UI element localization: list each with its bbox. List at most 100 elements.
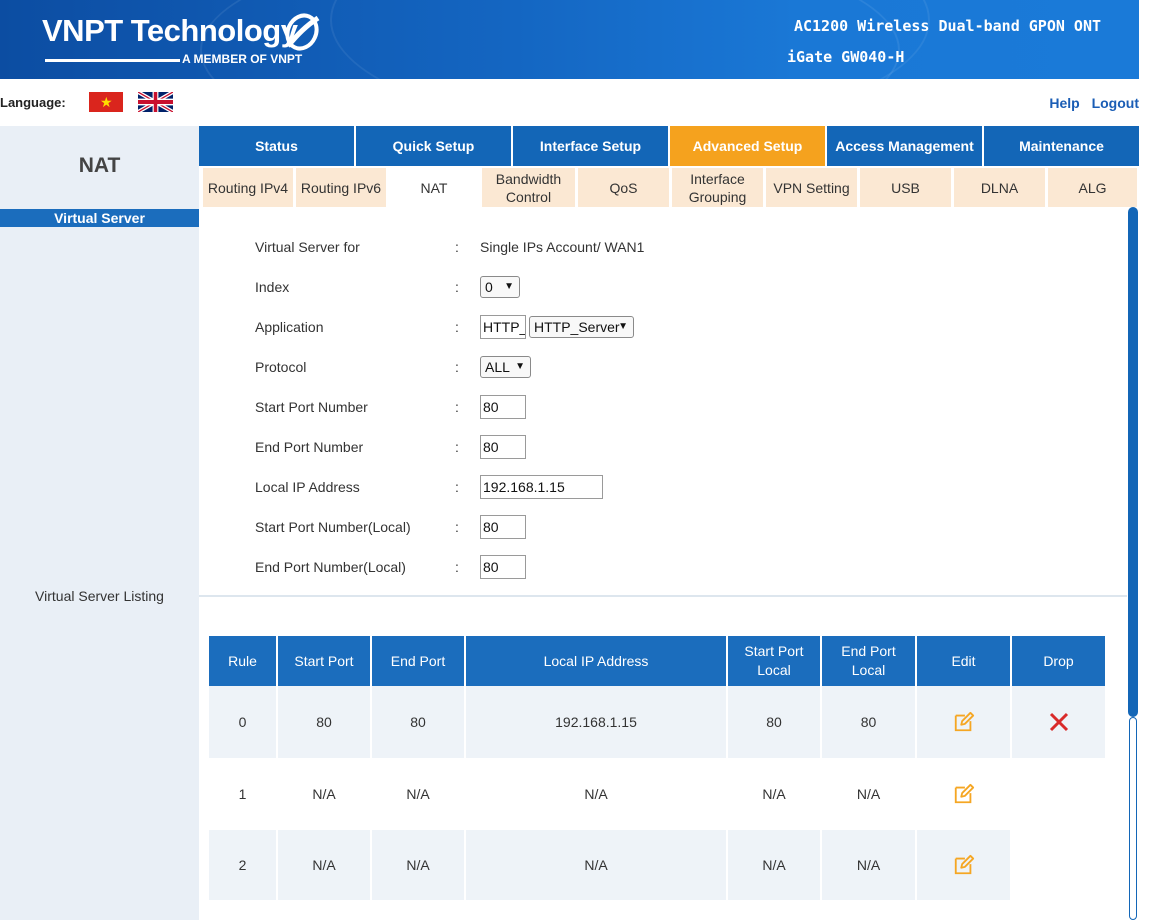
vietnam-flag-icon[interactable]: ★: [89, 92, 123, 112]
subtab-qos[interactable]: QoS: [578, 168, 669, 207]
cell-rule: 0: [209, 686, 277, 758]
language-label: Language:: [0, 95, 66, 110]
subtab-routing-ipv4[interactable]: Routing IPv4: [203, 168, 293, 207]
logo-subtitle: A MEMBER OF VNPT: [182, 52, 303, 66]
end-port-local-label: End Port Number(Local): [255, 559, 406, 575]
form-colon: :: [455, 559, 459, 575]
end-port-label: End Port Number: [255, 439, 364, 455]
start-port-label: Start Port Number: [255, 399, 368, 415]
sub-tabs: Routing IPv4 Routing IPv6 NAT Bandwidth C…: [199, 166, 1139, 207]
start-port-local-input[interactable]: 80: [480, 515, 526, 539]
router-admin-page: VNPT Technology A MEMBER OF VNPT AC1200 …: [0, 0, 1149, 920]
cell-end-port-local: N/A: [820, 758, 916, 830]
subtab-label: Bandwidth: [495, 170, 562, 187]
uk-flag-icon[interactable]: [138, 92, 173, 112]
cell-start-port-local: N/A: [726, 758, 821, 830]
subtab-nat[interactable]: NAT: [389, 168, 479, 207]
cell-end-port: N/A: [370, 758, 465, 830]
subtab-bandwidth-control[interactable]: Bandwidth Control: [482, 168, 575, 207]
application-label: Application: [255, 319, 324, 335]
logo-underline: [45, 59, 180, 62]
cell-start-port: N/A: [276, 830, 371, 900]
dropdown-arrow-icon: ▼: [618, 321, 628, 332]
cell-drop: [1010, 830, 1105, 900]
form-colon: :: [455, 439, 459, 455]
cell-drop: [1010, 686, 1105, 758]
subtab-label: Control: [505, 188, 552, 205]
sidebar-item-virtual-server[interactable]: Virtual Server: [0, 209, 199, 227]
local-ip-label: Local IP Address: [255, 479, 360, 495]
subtab-label: QoS: [609, 179, 638, 196]
subtab-usb[interactable]: USB: [860, 168, 951, 207]
scrollbar-rail[interactable]: [1129, 717, 1137, 920]
help-link[interactable]: Help: [1049, 95, 1079, 111]
subtab-label: USB: [891, 179, 920, 196]
index-select[interactable]: 0 ▼: [480, 276, 520, 298]
cell-end-port: N/A: [370, 830, 465, 900]
dropdown-arrow-icon: ▼: [504, 281, 514, 292]
subtab-alg[interactable]: ALG: [1048, 168, 1137, 207]
cell-drop: [1010, 758, 1105, 830]
subtab-interface-grouping[interactable]: Interface Grouping: [672, 168, 763, 207]
end-port-local-input[interactable]: 80: [480, 555, 526, 579]
application-select[interactable]: HTTP_Server ▼: [529, 316, 634, 338]
tab-maintenance[interactable]: Maintenance: [982, 126, 1139, 166]
top-links: Help Logout: [1041, 95, 1139, 111]
header-drop: Drop: [1010, 636, 1105, 686]
subtab-dlna[interactable]: DLNA: [954, 168, 1045, 207]
cell-edit: [915, 830, 1011, 900]
virtual-server-for-value: Single IPs Account/ WAN1: [480, 239, 645, 255]
table-row: 2 N/A N/A N/A N/A N/A: [209, 830, 1105, 900]
header-text: Local: [757, 662, 791, 678]
header-decoration: [330, 0, 930, 79]
model-number: iGate GW040-H: [787, 48, 905, 66]
header-text: Start Port: [744, 643, 804, 659]
tab-access-management[interactable]: Access Management: [825, 126, 982, 166]
subtab-label: Routing IPv6: [300, 179, 382, 196]
header-text: End Port: [841, 643, 896, 659]
virtual-server-for-label: Virtual Server for: [255, 239, 360, 255]
cell-local-ip: N/A: [464, 830, 727, 900]
protocol-select[interactable]: ALL ▼: [480, 356, 531, 378]
edit-icon[interactable]: [953, 854, 975, 876]
start-port-local-label: Start Port Number(Local): [255, 519, 411, 535]
delete-x-icon[interactable]: [1049, 712, 1069, 732]
edit-icon[interactable]: [953, 711, 975, 733]
subtab-vpn-setting[interactable]: VPN Setting: [766, 168, 857, 207]
form-colon: :: [455, 519, 459, 535]
protocol-label: Protocol: [255, 359, 307, 375]
cell-end-port-local: N/A: [820, 830, 916, 900]
local-ip-input[interactable]: 192.168.1.15: [480, 475, 603, 499]
model-name: AC1200 Wireless Dual-band GPON ONT: [793, 17, 1101, 35]
form-colon: :: [455, 479, 459, 495]
tab-advanced-setup[interactable]: Advanced Setup: [668, 126, 825, 166]
header-rule: Rule: [209, 636, 277, 686]
header-text: Local IP Address: [543, 652, 649, 669]
header-end-port: End Port: [370, 636, 465, 686]
end-port-input[interactable]: 80: [480, 435, 526, 459]
dropdown-arrow-icon: ▼: [515, 361, 525, 372]
edit-icon[interactable]: [953, 783, 975, 805]
cell-end-port: 80: [370, 686, 465, 758]
table-row: 1 N/A N/A N/A N/A N/A: [209, 758, 1105, 830]
cell-rule: 2: [209, 830, 277, 900]
header-text: Edit: [951, 652, 976, 669]
scrollbar-thumb[interactable]: [1128, 207, 1138, 717]
table-header-row: Rule Start Port End Port Local IP Addres…: [209, 636, 1105, 686]
tab-status[interactable]: Status: [199, 126, 354, 166]
cell-rule: 1: [209, 758, 277, 830]
start-port-input[interactable]: 80: [480, 395, 526, 419]
subtab-label: VPN Setting: [773, 179, 850, 196]
tab-interface-setup[interactable]: Interface Setup: [511, 126, 668, 166]
sidebar-listing-label: Virtual Server Listing: [35, 588, 164, 604]
form-colon: :: [455, 239, 459, 255]
header-end-port-local: End Port Local: [820, 636, 916, 686]
application-text-input[interactable]: HTTP_: [480, 315, 526, 339]
content-area: Virtual Server for : Single IPs Account/…: [199, 207, 1127, 920]
tab-quick-setup[interactable]: Quick Setup: [354, 126, 511, 166]
logout-link[interactable]: Logout: [1092, 95, 1139, 111]
sidebar-title: NAT: [78, 154, 121, 177]
sidebar: [0, 126, 199, 920]
subtab-routing-ipv6[interactable]: Routing IPv6: [296, 168, 386, 207]
header-start-port: Start Port: [276, 636, 371, 686]
